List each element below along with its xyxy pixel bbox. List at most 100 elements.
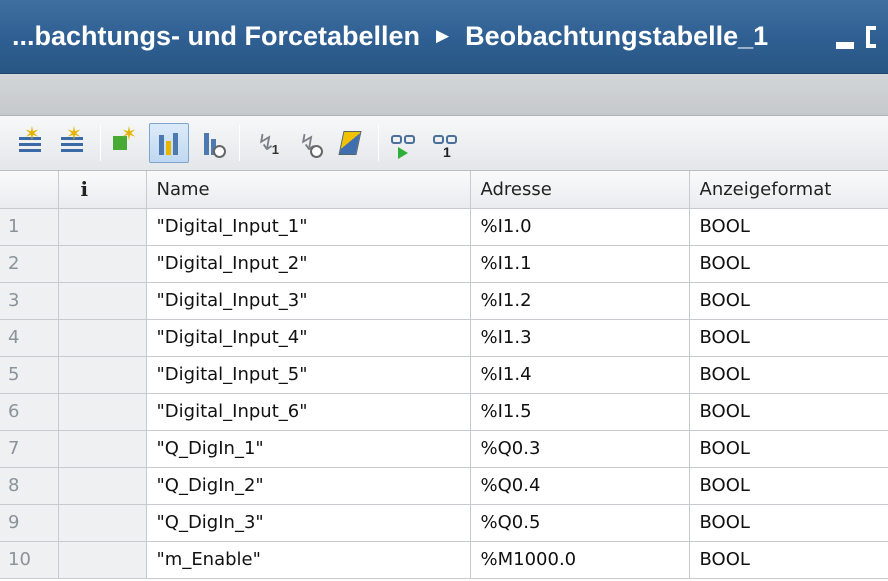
info-cell <box>58 356 147 394</box>
insert-row-button[interactable]: ✶ <box>10 123 50 163</box>
modify-trigger-button[interactable]: ↯ <box>288 123 328 163</box>
name-cell[interactable]: "Q_DigIn_1" <box>146 430 471 468</box>
monitor-all-button[interactable] <box>385 123 425 163</box>
info-cell <box>58 467 147 505</box>
address-cell[interactable]: %I1.0 <box>470 208 690 246</box>
monitor-once-button[interactable]: 1 <box>427 123 467 163</box>
row-number-cell: 5 <box>0 356 59 394</box>
address-cell[interactable]: %I1.5 <box>470 393 690 431</box>
address-cell[interactable]: %I1.2 <box>470 282 690 320</box>
new-star-icon: ✶ <box>24 124 40 145</box>
window-controls <box>836 0 876 74</box>
info-cell <box>58 393 147 431</box>
address-cell[interactable]: %I1.3 <box>470 319 690 357</box>
address-cell[interactable]: %Q0.3 <box>470 430 690 468</box>
address-cell[interactable]: %M1000.0 <box>470 541 690 579</box>
force-all-icon <box>338 131 362 155</box>
play-icon <box>398 147 408 159</box>
table-row[interactable]: 9 "Q_DigIn_3" %Q0.5 BOOL <box>0 504 888 542</box>
name-cell[interactable]: "Q_DigIn_2" <box>146 467 471 505</box>
editor-header-bar <box>0 74 888 116</box>
toolbar-separator <box>100 125 101 161</box>
display-format-cell[interactable]: BOOL <box>689 245 888 283</box>
info-cell <box>58 208 147 246</box>
table-row[interactable]: 4 "Digital_Input_4" %I1.3 BOOL <box>0 319 888 357</box>
display-format-cell[interactable]: BOOL <box>689 393 888 431</box>
name-cell[interactable]: "m_Enable" <box>146 541 471 579</box>
name-cell[interactable]: "Digital_Input_5" <box>146 356 471 394</box>
column-header-row-number <box>0 171 59 209</box>
row-number-cell: 2 <box>0 245 59 283</box>
info-cell <box>58 430 147 468</box>
monitor-once-icon <box>433 131 461 144</box>
name-cell[interactable]: "Digital_Input_4" <box>146 319 471 357</box>
display-format-cell[interactable]: BOOL <box>689 282 888 320</box>
row-number-cell: 3 <box>0 282 59 320</box>
table-row[interactable]: 1 "Digital_Input_1" %I1.0 BOOL <box>0 208 888 246</box>
monitor-all-icon <box>391 131 419 144</box>
display-format-cell[interactable]: BOOL <box>689 208 888 246</box>
trigger-button[interactable] <box>191 123 231 163</box>
new-star-icon: ✶ <box>66 124 82 145</box>
address-cell[interactable]: %I1.4 <box>470 356 690 394</box>
row-number-cell: 4 <box>0 319 59 357</box>
info-cell <box>58 282 147 320</box>
breadcrumb-parent[interactable]: ...bachtungs- und Forcetabellen <box>12 21 420 52</box>
breadcrumb-current: Beobachtungstabelle_1 <box>465 21 769 51</box>
name-cell[interactable]: "Q_DigIn_3" <box>146 504 471 542</box>
column-header-info[interactable]: i <box>58 171 147 209</box>
display-format-cell[interactable]: BOOL <box>689 430 888 468</box>
info-cell <box>58 245 147 283</box>
modify-once-sub: 1 <box>271 142 279 157</box>
display-format-cell[interactable]: BOOL <box>689 356 888 394</box>
address-cell[interactable]: %Q0.4 <box>470 467 690 505</box>
modify-once-button[interactable]: ↯ 1 <box>246 123 286 163</box>
minimize-icon[interactable] <box>836 41 854 49</box>
column-header-name[interactable]: Name <box>146 171 471 209</box>
display-format-cell[interactable]: BOOL <box>689 504 888 542</box>
row-number-cell: 10 <box>0 541 59 579</box>
column-header-display-format[interactable]: Anzeigeformat <box>689 171 888 209</box>
name-cell[interactable]: "Digital_Input_2" <box>146 245 471 283</box>
watch-table-grid: i Name Adresse Anzeigeformat 1 "Digital_I… <box>0 171 888 581</box>
add-row-button[interactable]: ✶ <box>52 123 92 163</box>
address-cell[interactable]: %I1.1 <box>470 245 690 283</box>
row-number-cell: 8 <box>0 467 59 505</box>
force-mode-icon <box>158 131 180 155</box>
info-cell <box>58 504 147 542</box>
clock-icon <box>213 145 226 158</box>
breadcrumb-arrow-icon: ▶ <box>436 25 450 45</box>
new-star-icon: ✶ <box>121 124 137 145</box>
info-cell <box>58 541 147 579</box>
display-format-cell[interactable]: BOOL <box>689 541 888 579</box>
restore-icon[interactable] <box>866 26 876 48</box>
table-row[interactable]: 6 "Digital_Input_6" %I1.5 BOOL <box>0 393 888 431</box>
table-row[interactable]: 2 "Digital_Input_2" %I1.1 BOOL <box>0 245 888 283</box>
name-cell[interactable]: "Digital_Input_6" <box>146 393 471 431</box>
force-mode-button[interactable] <box>149 123 189 163</box>
force-all-button[interactable] <box>330 123 370 163</box>
info-cell <box>58 319 147 357</box>
table-row[interactable]: 7 "Q_DigIn_1" %Q0.3 BOOL <box>0 430 888 468</box>
name-cell[interactable]: "Digital_Input_3" <box>146 282 471 320</box>
display-format-cell[interactable]: BOOL <box>689 467 888 505</box>
table-row[interactable]: 8 "Q_DigIn_2" %Q0.4 BOOL <box>0 467 888 505</box>
multi-row-button[interactable]: ✶ <box>107 123 147 163</box>
column-header-address[interactable]: Adresse <box>470 171 690 209</box>
display-format-cell[interactable]: BOOL <box>689 319 888 357</box>
monitor-once-sub: 1 <box>443 144 451 160</box>
table-row[interactable]: 5 "Digital_Input_5" %I1.4 BOOL <box>0 356 888 394</box>
row-number-cell: 1 <box>0 208 59 246</box>
row-number-cell: 9 <box>0 504 59 542</box>
row-number-cell: 6 <box>0 393 59 431</box>
clock-icon <box>310 145 323 158</box>
toolbar-separator <box>378 125 379 161</box>
table-row[interactable]: 10 "m_Enable" %M1000.0 BOOL <box>0 541 888 579</box>
table-row[interactable]: 3 "Digital_Input_3" %I1.2 BOOL <box>0 282 888 320</box>
watch-table-toolbar: ✶ ✶ ✶ ↯ 1 ↯ 1 <box>0 116 888 171</box>
window-title-bar: ...bachtungs- und Forcetabellen ▶ Beobac… <box>0 0 888 74</box>
name-cell[interactable]: "Digital_Input_1" <box>146 208 471 246</box>
address-cell[interactable]: %Q0.5 <box>470 504 690 542</box>
row-number-cell: 7 <box>0 430 59 468</box>
table-header-row: i Name Adresse Anzeigeformat <box>0 171 888 209</box>
